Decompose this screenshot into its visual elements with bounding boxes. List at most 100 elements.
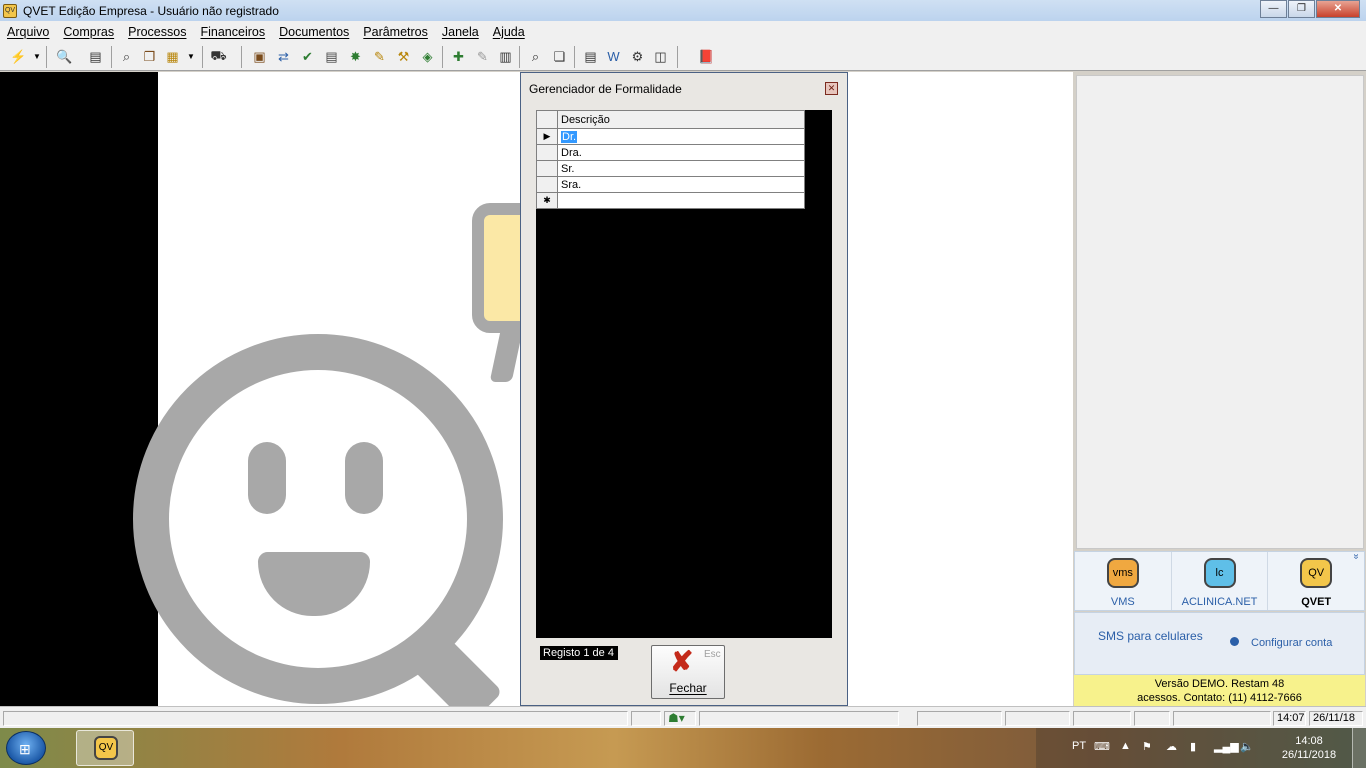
language-indicator[interactable]: PT: [1072, 740, 1086, 752]
status-pane: [1073, 711, 1131, 726]
status-pane: [699, 711, 899, 726]
text-document-icon[interactable]: ▤: [580, 46, 601, 67]
configure-account-link[interactable]: Configurar conta: [1251, 637, 1332, 649]
row-selector[interactable]: [536, 160, 558, 177]
minimize-button[interactable]: —: [1260, 0, 1287, 18]
star-icon[interactable]: ✸: [345, 46, 366, 67]
menu-processos[interactable]: Processos: [128, 25, 186, 39]
clock-date: 26/11/2018: [1281, 749, 1337, 761]
copy-icon[interactable]: ❏: [549, 46, 570, 67]
cloud-icon[interactable]: ☁: [1166, 740, 1177, 753]
find-icon[interactable]: ⌕: [116, 46, 137, 67]
app-switcher: vms VMS lc ACLINICA.NET QV QVET »: [1074, 551, 1365, 611]
demo-notice: Versão DEMO. Restam 48 acessos. Contato:…: [1074, 675, 1365, 706]
agenda-icon[interactable]: ▦: [162, 46, 183, 67]
add-icon[interactable]: ✚: [448, 46, 469, 67]
current-row-indicator-icon[interactable]: ▶: [536, 128, 558, 145]
row-selector[interactable]: [536, 176, 558, 193]
expand-chevron-icon[interactable]: »: [1351, 554, 1362, 560]
menu-arquivo[interactable]: Arquivo: [7, 25, 49, 39]
check-icon[interactable]: ✔: [297, 46, 318, 67]
qvet-taskbar-icon: QV: [94, 736, 118, 760]
formality-grid[interactable]: Descrição ▶ Dr. Dra. Sr. Sra. ✱: [536, 110, 832, 638]
dialog-title: Gerenciador de Formalidade: [529, 82, 682, 96]
vms-icon: vms: [1106, 558, 1139, 588]
status-pane: [1005, 711, 1070, 726]
register-icon[interactable]: ▤: [85, 46, 106, 67]
menu-parametros[interactable]: Parâmetros: [363, 25, 428, 39]
stock-icon[interactable]: ◈: [417, 46, 438, 67]
aclinica-icon: lc: [1203, 558, 1236, 588]
column-header-descricao[interactable]: Descrição: [557, 110, 805, 129]
menu-compras[interactable]: Compras: [63, 25, 114, 39]
title-bar: QV QVET Edição Empresa - Usuário não reg…: [0, 0, 1366, 21]
preview-icon[interactable]: ⌕: [525, 46, 546, 67]
taskbar-qvet-app[interactable]: QV: [76, 730, 134, 766]
sms-label: SMS para celulares: [1098, 629, 1203, 643]
transfer-icon[interactable]: ⇄: [273, 46, 294, 67]
agenda-dropdown-icon[interactable]: ▼: [185, 46, 197, 67]
show-desktop-button[interactable]: [1352, 728, 1366, 768]
dropdown-arrow-icon[interactable]: ▼: [31, 46, 43, 67]
info-area: [1076, 75, 1364, 549]
demo-line-1: Versão DEMO. Restam 48: [1154, 678, 1285, 690]
app-label: ACLINICA.NET: [1181, 596, 1258, 608]
grid-cell[interactable]: Dr.: [557, 128, 805, 145]
status-pane: [917, 711, 1002, 726]
start-button[interactable]: ⊞: [6, 731, 46, 765]
app-label: VMS: [1110, 596, 1135, 608]
database-icon[interactable]: ◫: [650, 46, 671, 67]
fechar-button[interactable]: ✘ Esc Fechar: [651, 645, 725, 699]
documents-icon[interactable]: ❐: [139, 46, 160, 67]
network-icon[interactable]: ▂▄▆: [1214, 740, 1239, 753]
search-client-icon[interactable]: 🔍: [54, 46, 75, 67]
right-panel: vms VMS lc ACLINICA.NET QV QVET » SMS pa…: [1073, 72, 1366, 706]
tools-icon[interactable]: ⚒: [393, 46, 414, 67]
record-status: Registo 1 de 4: [540, 646, 618, 660]
keyboard-icon[interactable]: ⌨: [1094, 740, 1110, 753]
maximize-button[interactable]: ❐: [1288, 0, 1315, 18]
status-date: 26/11/18: [1309, 711, 1363, 726]
word-document-icon[interactable]: W: [603, 46, 624, 67]
taskbar-clock[interactable]: 14:08 26/11/2018: [1274, 734, 1344, 762]
action-center-icon[interactable]: ⚑: [1142, 740, 1152, 753]
calculator-icon[interactable]: ▣: [249, 46, 270, 67]
window-title: QVET Edição Empresa - Usuário não regist…: [23, 3, 279, 18]
new-row-indicator-icon[interactable]: ✱: [536, 192, 558, 209]
menu-ajuda[interactable]: Ajuda: [493, 25, 525, 39]
new-row-cell[interactable]: [557, 192, 805, 209]
qvet-icon: QV: [1300, 558, 1333, 588]
app-qvet[interactable]: QV QVET »: [1268, 552, 1364, 610]
status-pane-main: [3, 711, 628, 726]
grid-cell[interactable]: Sra.: [557, 176, 805, 193]
clock-time: 14:08: [1295, 735, 1323, 747]
app-aclinica[interactable]: lc ACLINICA.NET: [1172, 552, 1269, 610]
app-icon: QV: [3, 3, 17, 18]
book-icon[interactable]: ▥: [495, 46, 516, 67]
report-icon[interactable]: ▤: [321, 46, 342, 67]
grid-cell[interactable]: Sr.: [557, 160, 805, 177]
menu-janela[interactable]: Janela: [442, 25, 479, 39]
app-label: QVET: [1301, 596, 1332, 608]
app-vms[interactable]: vms VMS: [1075, 552, 1172, 610]
sms-box: SMS para celulares Configurar conta: [1074, 612, 1365, 675]
edit-icon[interactable]: ✎: [472, 46, 493, 67]
row-selector[interactable]: [536, 144, 558, 161]
show-hidden-icons-icon[interactable]: ▲: [1120, 740, 1131, 752]
volume-icon[interactable]: 🔈: [1240, 740, 1254, 753]
status-pane: [1134, 711, 1170, 726]
quick-access-icon[interactable]: ⚡: [8, 46, 29, 67]
grid-cell[interactable]: Dra.: [557, 144, 805, 161]
help-book-icon[interactable]: 📕: [696, 46, 717, 67]
menu-bar: Arquivo Compras Processos Financeiros Do…: [0, 21, 1366, 42]
menu-documentos[interactable]: Documentos: [279, 25, 349, 39]
tag-icon[interactable]: ✎: [369, 46, 390, 67]
power-icon[interactable]: ▮: [1190, 740, 1196, 753]
connection-icon[interactable]: ☗▾: [664, 711, 696, 726]
cart-icon[interactable]: ⛟: [208, 46, 229, 67]
logo-eye-right: [345, 442, 383, 514]
dialog-close-button[interactable]: ✕: [825, 82, 838, 95]
settings-icon[interactable]: ⚙: [627, 46, 648, 67]
close-button[interactable]: ✕: [1316, 0, 1360, 18]
menu-financeiros[interactable]: Financeiros: [200, 25, 265, 39]
